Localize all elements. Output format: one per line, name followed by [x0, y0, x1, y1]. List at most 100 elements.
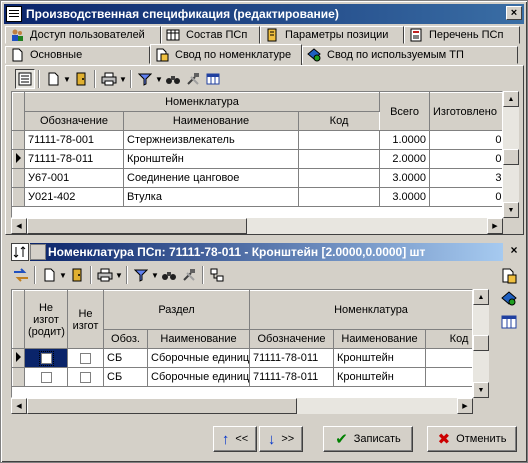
cell-produced[interactable]: 3.0000: [429, 168, 502, 188]
col-header-code[interactable]: Код: [297, 111, 381, 131]
cell-not-made[interactable]: [67, 348, 104, 368]
scroll-down-icon[interactable]: ▼: [503, 202, 519, 218]
chevron-down-icon[interactable]: ▼: [155, 75, 163, 84]
cell-code[interactable]: [297, 130, 381, 150]
cell-section-name[interactable]: Сборочные единиц: [146, 367, 251, 387]
bottom-grid-hscroll[interactable]: ◀ ▶: [11, 398, 473, 414]
cell-not-made-parent[interactable]: [24, 348, 68, 368]
cell-code[interactable]: [297, 187, 381, 207]
chevron-down-icon[interactable]: ▼: [151, 271, 159, 280]
scroll-left-icon[interactable]: ◀: [11, 398, 27, 414]
chevron-down-icon[interactable]: ▼: [119, 75, 127, 84]
cell-name[interactable]: Кронштейн: [123, 149, 299, 169]
new-document-button[interactable]: [43, 69, 63, 89]
cell-code[interactable]: [297, 168, 381, 188]
col-header-name[interactable]: Наименование: [123, 111, 299, 131]
close-window-button[interactable]: ×: [506, 6, 522, 20]
side-summary-button[interactable]: [499, 266, 519, 286]
checkbox-not-made[interactable]: [80, 371, 91, 383]
chevron-down-icon[interactable]: ▼: [115, 271, 123, 280]
side-table-button[interactable]: [499, 312, 519, 332]
tools-button[interactable]: [183, 69, 203, 89]
col-header-section-code[interactable]: Обоз.: [103, 328, 148, 350]
sub-panel-close-button[interactable]: ×: [507, 243, 521, 257]
checkbox-not-made[interactable]: [80, 352, 91, 364]
cell-section-name[interactable]: Сборочные единиц: [146, 348, 251, 368]
row-indicator[interactable]: [12, 348, 25, 368]
col-header-not-made[interactable]: Не изгот: [67, 290, 104, 349]
col-header-produced[interactable]: Изготовлено: [429, 92, 502, 131]
scroll-thumb[interactable]: [503, 149, 519, 165]
sort-toggle-button[interactable]: [11, 243, 29, 261]
table-row[interactable]: У67-001 Соединение цанговое 3.0000 3.000…: [12, 168, 502, 188]
checkbox-not-made-parent[interactable]: [40, 371, 52, 383]
cell-designation[interactable]: 71111-78-001: [24, 130, 124, 150]
view-grid-button[interactable]: [15, 69, 35, 89]
tab-nomenclature-summary[interactable]: Свод по номенклатуре: [150, 44, 302, 65]
cell-not-made[interactable]: [67, 367, 104, 387]
top-grid-hscroll[interactable]: ◀ ▶: [11, 218, 503, 234]
table-row[interactable]: 71111-78-001 Стержнеизвлекатель 1.0000 0…: [12, 130, 502, 150]
cell-nom-name[interactable]: Кронштейн: [333, 348, 427, 368]
scroll-up-icon[interactable]: ▲: [473, 289, 489, 305]
table-row[interactable]: СБ Сборочные единиц 71111-78-011 Кронште…: [12, 367, 472, 387]
row-indicator[interactable]: [12, 367, 25, 387]
filter-button[interactable]: [131, 265, 151, 285]
col-header-nom-name[interactable]: Наименование: [333, 328, 427, 350]
cell-nom-name[interactable]: Кронштейн: [333, 367, 427, 387]
cell-section-code[interactable]: СБ: [103, 348, 148, 368]
scroll-up-icon[interactable]: ▲: [503, 91, 519, 107]
cell-kod[interactable]: [425, 367, 472, 387]
print-button[interactable]: [95, 265, 115, 285]
new-document-button[interactable]: [39, 265, 59, 285]
tab-position-params[interactable]: Параметры позиции: [260, 26, 404, 44]
row-indicator[interactable]: [12, 168, 25, 188]
open-folder-button[interactable]: [71, 69, 91, 89]
scroll-right-icon[interactable]: ▶: [487, 218, 503, 234]
cell-nom-code[interactable]: 71111-78-011: [249, 348, 335, 368]
scroll-thumb[interactable]: [27, 398, 297, 414]
col-header-not-made-parent[interactable]: Не изгот (родит): [24, 290, 68, 349]
col-header-total[interactable]: Всего: [379, 92, 431, 131]
cell-code[interactable]: [297, 149, 381, 169]
tab-composition[interactable]: Состав ПСп: [161, 26, 260, 44]
cell-not-made-parent[interactable]: [24, 367, 68, 387]
cell-name[interactable]: Стержнеизвлекатель: [123, 130, 299, 150]
structure-button[interactable]: [207, 265, 227, 285]
tab-spec-list[interactable]: Перечень ПСп: [404, 26, 520, 44]
row-indicator[interactable]: [12, 130, 25, 150]
transfer-button[interactable]: [11, 265, 31, 285]
cell-section-code[interactable]: СБ: [103, 367, 148, 387]
next-record-button[interactable]: ↓ >>: [259, 426, 303, 452]
col-header-kod[interactable]: Код: [425, 328, 472, 350]
cell-total[interactable]: 2.0000: [379, 149, 431, 169]
row-indicator[interactable]: [12, 187, 25, 207]
tools-button[interactable]: [179, 265, 199, 285]
cell-name[interactable]: Соединение цанговое: [123, 168, 299, 188]
scroll-thumb[interactable]: [27, 218, 247, 234]
row-indicator[interactable]: [12, 149, 25, 169]
cell-total[interactable]: 3.0000: [379, 168, 431, 188]
cell-name[interactable]: Втулка: [123, 187, 299, 207]
col-header-section-name[interactable]: Наименование: [146, 328, 251, 350]
tab-main[interactable]: Основные: [5, 46, 150, 64]
cell-designation[interactable]: 71111-78-011: [24, 149, 124, 169]
cell-produced[interactable]: 0.0000: [429, 149, 502, 169]
cell-kod[interactable]: [425, 348, 472, 368]
table-settings-button[interactable]: [203, 69, 223, 89]
open-folder-button[interactable]: [67, 265, 87, 285]
search-button[interactable]: [159, 265, 179, 285]
chevron-down-icon[interactable]: ▼: [63, 75, 71, 84]
cell-designation[interactable]: У021-402: [24, 187, 124, 207]
save-button[interactable]: ✔ Записать: [323, 426, 413, 452]
col-header-designation[interactable]: Обозначение: [24, 111, 124, 131]
cell-produced[interactable]: 0.0000: [429, 187, 502, 207]
chevron-down-icon[interactable]: ▼: [59, 271, 67, 280]
cell-total[interactable]: 1.0000: [379, 130, 431, 150]
tab-tp-summary[interactable]: Свод по используемым ТП: [302, 46, 518, 64]
checkbox-not-made-parent[interactable]: [38, 350, 54, 366]
title-bar[interactable]: Производственная спецификация (редактиро…: [4, 4, 524, 24]
scroll-down-icon[interactable]: ▼: [473, 382, 489, 398]
scroll-right-icon[interactable]: ▶: [457, 398, 473, 414]
tab-access-users[interactable]: Доступ пользователей: [5, 26, 161, 44]
